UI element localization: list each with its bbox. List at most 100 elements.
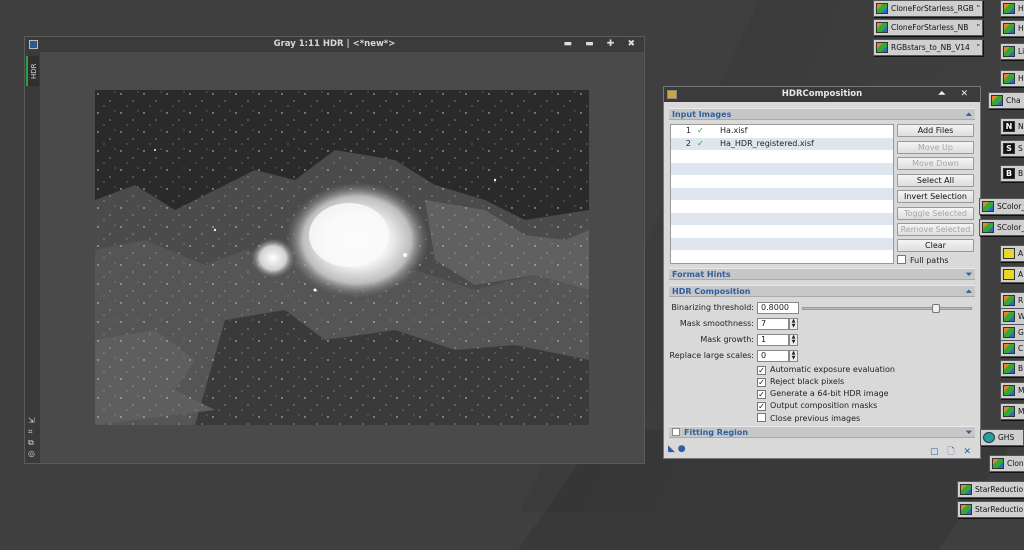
mask-smoothness-input[interactable]: 7: [757, 318, 789, 330]
process-icon-m[interactable]: M: [1000, 403, 1024, 420]
option-output-composition-masks[interactable]: ✓ Output composition masks: [757, 401, 877, 412]
option-close-previous-images[interactable]: Close previous images: [757, 413, 860, 424]
process-icon-rgbstars-to-nb[interactable]: RGBstars_to_NB_V14 ": [873, 39, 983, 56]
replace-large-scales-spinner[interactable]: ▲ ▼: [789, 350, 798, 362]
section-enable-checkbox[interactable]: [672, 428, 680, 436]
process-icon-label: Cha: [1006, 96, 1021, 105]
file-name: Ha_HDR_registered.xisf: [720, 138, 814, 148]
dialog-titlebar[interactable]: HDRComposition ⏶ ✕: [664, 87, 980, 102]
process-icon-scolor[interactable]: SColor_c: [979, 198, 1024, 215]
list-item[interactable]: 1 ✓ Ha.xisf: [671, 125, 893, 138]
full-paths-checkbox[interactable]: Full paths: [897, 255, 949, 266]
binarizing-threshold-input[interactable]: 0.8000: [757, 302, 799, 314]
input-images-list[interactable]: 1 ✓ Ha.xisf 2 ✓ Ha_HDR_registered.xisf: [670, 124, 894, 264]
checkbox-checked-icon[interactable]: ✓: [757, 390, 766, 399]
enabled-check-icon[interactable]: ✓: [697, 138, 704, 151]
image-window-titlebar[interactable]: Gray 1:11 HDR | <*new*> ▬ ▬ ✚ ✖: [25, 37, 644, 52]
script-icon: [991, 95, 1003, 106]
list-empty-row: [671, 162, 893, 175]
binarizing-threshold-slider[interactable]: [802, 307, 972, 310]
target-icon[interactable]: ◎: [28, 448, 35, 459]
letter-icon: N: [1003, 121, 1015, 132]
process-icon-label: GHS: [998, 433, 1015, 442]
process-icon-label: A: [1018, 270, 1024, 279]
apply-global-icon[interactable]: ◣ ●: [668, 444, 686, 454]
process-icon-c[interactable]: C: [1000, 340, 1024, 357]
process-icon-label: H: [1018, 74, 1024, 83]
mask-smoothness-label: Mask smoothness:: [679, 319, 754, 328]
process-icon-s[interactable]: SS: [1000, 140, 1024, 157]
process-icon-label: SColor_c: [997, 223, 1024, 232]
invert-selection-button[interactable]: Invert Selection: [897, 190, 974, 203]
side-tools: ⇲ ⌗ ⧉ ◎: [28, 415, 35, 459]
process-icon-suffix: ": [976, 43, 980, 51]
dialog-controls-icon[interactable]: ⏶ ✕: [938, 87, 974, 102]
list-item[interactable]: 2 ✓ Ha_HDR_registered.xisf: [671, 137, 893, 151]
process-icon-r[interactable]: R: [1000, 292, 1024, 309]
image-window[interactable]: Gray 1:11 HDR | <*new*> ▬ ▬ ✚ ✖ HDR ⇲ ⌗ …: [24, 36, 645, 464]
dialog-title: HDRComposition: [781, 89, 863, 99]
section-fitting-region[interactable]: Fitting Region ⏷: [669, 426, 975, 438]
image-canvas[interactable]: [95, 90, 589, 425]
clear-button[interactable]: Clear: [897, 239, 974, 252]
grid-icon[interactable]: ⌗: [28, 426, 35, 437]
process-icon-h[interactable]: H: [1000, 0, 1024, 17]
process-icon-starreduction[interactable]: StarReductio: [957, 501, 1024, 518]
process-icon-a[interactable]: A: [1000, 245, 1024, 262]
replace-large-scales-input[interactable]: 0: [757, 350, 789, 362]
expand-icon[interactable]: ⏷: [966, 269, 972, 280]
add-files-button[interactable]: Add Files: [897, 124, 974, 137]
process-icon-clon[interactable]: Clon: [989, 455, 1024, 472]
process-icon-ghs[interactable]: GHS: [980, 429, 1024, 446]
expand-icon[interactable]: ⏷: [966, 427, 972, 438]
script-icon: [1003, 3, 1015, 14]
process-icon-starreduction[interactable]: StarReductio: [957, 481, 1024, 498]
move-up-button[interactable]: Move Up: [897, 141, 974, 154]
checkbox-checked-icon[interactable]: ✓: [757, 378, 766, 387]
option-reject-black-pixels[interactable]: ✓ Reject black pixels: [757, 377, 844, 388]
footer-actions-icon[interactable]: ▢ 🗋 ✕: [930, 444, 974, 460]
process-icon-m[interactable]: M: [1000, 382, 1024, 399]
remove-selected-button[interactable]: Remove Selected: [897, 223, 974, 236]
slider-knob[interactable]: [932, 304, 940, 313]
process-icon-n[interactable]: NN: [1000, 118, 1024, 135]
process-icon-li[interactable]: Li: [1000, 43, 1024, 60]
toggle-selected-button[interactable]: Toggle Selected: [897, 207, 974, 220]
option-generate-64bit-hdr[interactable]: ✓ Generate a 64-bit HDR image: [757, 389, 889, 400]
process-icon-b[interactable]: BB: [1000, 165, 1024, 182]
collapse-icon[interactable]: ⏶: [966, 286, 972, 297]
process-icon-cloneforstarless-nb[interactable]: CloneForStarless_NB ": [873, 19, 983, 36]
checkbox-box[interactable]: [897, 255, 906, 264]
process-icon-label: G: [1018, 328, 1024, 337]
process-icon-suffix: ": [976, 4, 980, 12]
window-controls-icon[interactable]: ▬ ▬ ✚ ✖: [564, 37, 641, 52]
checkbox-checked-icon[interactable]: ✓: [757, 402, 766, 411]
clone-icon[interactable]: ⧉: [28, 437, 35, 448]
enabled-check-icon[interactable]: ✓: [697, 125, 704, 138]
mask-growth-input[interactable]: 1: [757, 334, 789, 346]
resize-icon[interactable]: ⇲: [28, 415, 35, 426]
process-icon-h[interactable]: H: [1000, 70, 1024, 87]
process-icon-g[interactable]: G: [1000, 324, 1024, 341]
select-all-button[interactable]: Select All: [897, 174, 974, 187]
mask-smoothness-spinner[interactable]: ▲ ▼: [789, 318, 798, 330]
process-icon-b[interactable]: B: [1000, 360, 1024, 377]
collapse-icon[interactable]: ⏶: [966, 109, 972, 120]
process-icon-label: StarReductio: [975, 505, 1024, 514]
section-input-images[interactable]: Input Images ⏶: [669, 108, 975, 120]
section-hdr-composition[interactable]: HDR Composition ⏶: [669, 285, 975, 297]
process-icon-scolor[interactable]: SColor_c: [979, 219, 1024, 236]
option-automatic-exposure-evaluation[interactable]: ✓ Automatic exposure evaluation: [757, 365, 895, 376]
process-icon-a[interactable]: A: [1000, 266, 1024, 283]
section-format-hints[interactable]: Format Hints ⏷: [669, 268, 975, 280]
mask-growth-spinner[interactable]: ▲ ▼: [789, 334, 798, 346]
checkbox-checked-icon[interactable]: ✓: [757, 366, 766, 375]
move-down-button[interactable]: Move Down: [897, 157, 974, 170]
process-icon-cloneforstarless-rgb[interactable]: CloneForStarless_RGB ": [873, 0, 983, 17]
process-icon-label: C: [1018, 344, 1024, 353]
process-icon-h[interactable]: H: [1000, 20, 1024, 37]
view-tab-hdr[interactable]: HDR: [26, 56, 39, 86]
process-icon-cha[interactable]: Cha: [988, 92, 1024, 109]
process-icon-w[interactable]: W: [1000, 308, 1024, 325]
checkbox-box[interactable]: [757, 413, 766, 422]
